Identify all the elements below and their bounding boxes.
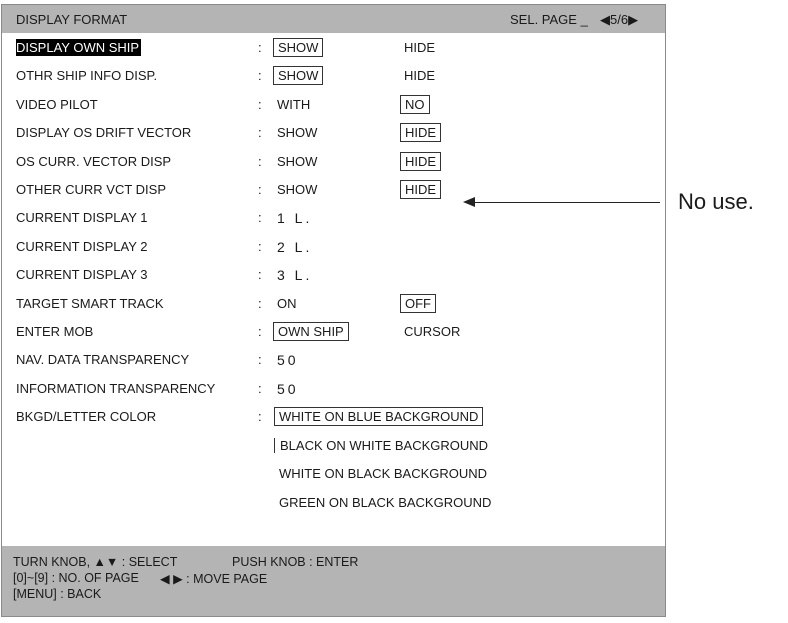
row-label: DISPLAY OWN SHIP bbox=[16, 39, 142, 56]
option-1[interactable]: OWN SHIP bbox=[273, 321, 349, 341]
option-1[interactable]: SHOW bbox=[277, 154, 317, 169]
callout-line bbox=[470, 202, 660, 203]
menu-row[interactable]: TARGET SMART TRACK: ON OFF bbox=[2, 289, 665, 317]
option-1[interactable]: ON bbox=[277, 296, 297, 311]
menu-row[interactable]: CURRENT DISPLAY 3:3 L. bbox=[2, 260, 665, 288]
help-page-number: [0]~[9] : NO. OF PAGE bbox=[13, 571, 139, 585]
color-option-row: WHITE ON BLUE BACKGROUND bbox=[2, 402, 665, 431]
row-colon: : bbox=[258, 210, 262, 226]
row-colon: : bbox=[258, 352, 262, 368]
option-2[interactable]: HIDE bbox=[400, 151, 442, 171]
row-colon: : bbox=[258, 125, 262, 141]
row-colon: : bbox=[258, 238, 262, 254]
option-1[interactable]: SHOW bbox=[277, 182, 317, 197]
menu-row[interactable]: OTHER CURR VCT DISP: SHOW HIDE bbox=[2, 175, 665, 203]
row-value[interactable]: 1 L. bbox=[277, 210, 312, 226]
row-label: INFORMATION TRANSPARENCY bbox=[16, 380, 216, 396]
row-label: CURRENT DISPLAY 2 bbox=[16, 238, 148, 254]
menu-header: DISPLAY FORMAT SEL. PAGE _ ◀5/6▶ bbox=[2, 5, 665, 33]
display-format-menu: DISPLAY FORMAT SEL. PAGE _ ◀5/6▶ DISPLAY… bbox=[1, 4, 666, 617]
menu-row[interactable]: OTHR SHIP INFO DISP.: SHOW HIDE bbox=[2, 61, 665, 89]
row-value[interactable]: 50 bbox=[277, 352, 299, 368]
row-colon: : bbox=[258, 40, 262, 55]
menu-row[interactable]: INFORMATION TRANSPARENCY:50 bbox=[2, 374, 665, 402]
row-label: NAV. DATA TRANSPARENCY bbox=[16, 352, 190, 368]
menu-row[interactable]: ENTER MOB: OWN SHIP CURSOR bbox=[2, 317, 665, 345]
color-option-row: GREEN ON BLACK BACKGROUND bbox=[2, 488, 665, 517]
row-colon: : bbox=[258, 380, 262, 396]
menu-row[interactable]: OS CURR. VECTOR DISP: SHOW HIDE bbox=[2, 147, 665, 175]
help-move-page: ◀ ▶ : MOVE PAGE bbox=[160, 572, 268, 586]
menu-row[interactable]: CURRENT DISPLAY 1:1 L. bbox=[2, 203, 665, 231]
row-colon: : bbox=[258, 295, 262, 311]
color-option[interactable]: WHITE ON BLACK BACKGROUND bbox=[279, 466, 487, 481]
option-2[interactable]: HIDE bbox=[404, 68, 435, 83]
row-label: OTHER CURR VCT DISP bbox=[16, 181, 166, 197]
row-label: CURRENT DISPLAY 1 bbox=[16, 210, 148, 226]
menu-row[interactable]: VIDEO PILOT: WITH NO bbox=[2, 90, 665, 118]
menu-row[interactable]: DISPLAY OS DRIFT VECTOR: SHOW HIDE bbox=[2, 118, 665, 146]
row-colon: : bbox=[258, 68, 262, 84]
color-option[interactable]: GREEN ON BLACK BACKGROUND bbox=[279, 495, 491, 510]
option-1[interactable]: WITH bbox=[277, 97, 310, 112]
help-back: [MENU] : BACK bbox=[13, 587, 102, 601]
row-colon: : bbox=[258, 181, 262, 197]
row-colon: : bbox=[258, 153, 262, 169]
option-2[interactable]: HIDE bbox=[404, 40, 435, 55]
row-label: DISPLAY OS DRIFT VECTOR bbox=[16, 125, 192, 141]
row-label: CURRENT DISPLAY 3 bbox=[16, 267, 148, 283]
menu-row[interactable]: CURRENT DISPLAY 2:2 L. bbox=[2, 232, 665, 260]
option-1[interactable]: SHOW bbox=[277, 125, 317, 140]
menu-title: DISPLAY FORMAT bbox=[16, 12, 128, 27]
help-enter: PUSH KNOB : ENTER bbox=[232, 555, 359, 569]
row-colon: : bbox=[258, 323, 262, 339]
option-2[interactable]: CURSOR bbox=[404, 324, 460, 339]
row-label: OS CURR. VECTOR DISP bbox=[16, 153, 172, 169]
row-value[interactable]: 50 bbox=[277, 381, 299, 397]
color-option-row: WHITE ON BLACK BACKGROUND bbox=[2, 459, 665, 488]
option-2[interactable]: NO bbox=[400, 94, 430, 114]
option-2[interactable]: HIDE bbox=[400, 123, 442, 143]
row-label: VIDEO PILOT bbox=[16, 96, 98, 112]
row-label: ENTER MOB bbox=[16, 323, 94, 339]
page-indicator[interactable]: ◀5/6▶ bbox=[600, 12, 638, 28]
option-2[interactable]: OFF bbox=[400, 293, 436, 313]
help-footer: TURN KNOB, ▲▼ : SELECT PUSH KNOB : ENTER… bbox=[2, 546, 665, 616]
row-colon: : bbox=[258, 96, 262, 112]
option-1[interactable]: SHOW bbox=[273, 38, 324, 57]
color-option[interactable]: WHITE ON BLUE BACKGROUND bbox=[274, 407, 484, 427]
row-colon: : bbox=[258, 267, 262, 283]
help-select: TURN KNOB, ▲▼ : SELECT bbox=[13, 555, 178, 569]
color-option[interactable]: BLACK ON WHITE BACKGROUND bbox=[274, 437, 488, 453]
color-option-row: BLACK ON WHITE BACKGROUND bbox=[2, 431, 665, 460]
sel-page-field[interactable]: SEL. PAGE _ bbox=[510, 12, 588, 27]
row-value[interactable]: 3 L. bbox=[277, 267, 312, 283]
menu-row[interactable]: DISPLAY OWN SHIP: SHOW HIDE bbox=[2, 33, 665, 61]
menu-rows: DISPLAY OWN SHIP: SHOW HIDE OTHR SHIP INFO … bbox=[2, 33, 665, 430]
row-value[interactable]: 2 L. bbox=[277, 239, 312, 255]
option-1[interactable]: SHOW bbox=[273, 66, 324, 86]
row-label: OTHR SHIP INFO DISP. bbox=[16, 68, 158, 84]
menu-row[interactable]: NAV. DATA TRANSPARENCY:50 bbox=[2, 345, 665, 373]
color-option-list: WHITE ON BLUE BACKGROUND BLACK ON WHITE B… bbox=[2, 402, 665, 516]
row-label: TARGET SMART TRACK bbox=[16, 295, 164, 311]
option-2[interactable]: HIDE bbox=[400, 179, 442, 199]
callout-note: No use. bbox=[678, 189, 754, 214]
